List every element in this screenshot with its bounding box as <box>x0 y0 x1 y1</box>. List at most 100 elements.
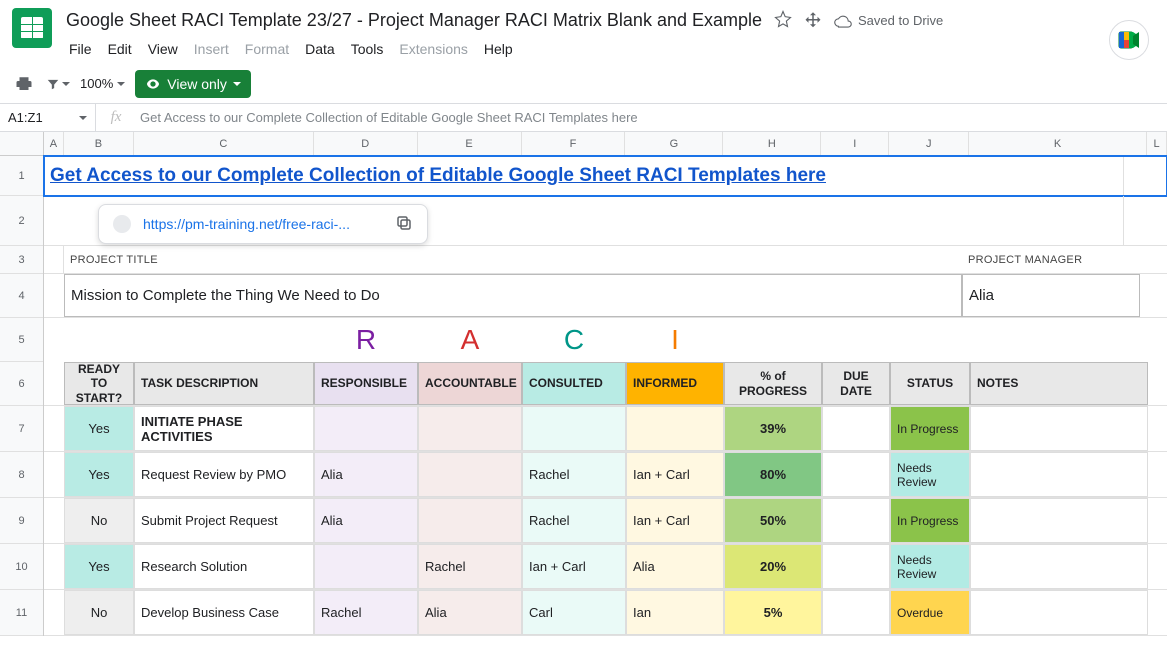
due-cell[interactable] <box>822 590 890 635</box>
ready-cell[interactable]: No <box>64 590 134 635</box>
ready-cell[interactable]: Yes <box>64 406 134 451</box>
name-box[interactable]: A1:Z1 <box>0 104 96 131</box>
col-header[interactable]: C <box>134 132 314 155</box>
informed-cell[interactable]: Alia <box>626 544 724 589</box>
status-cell[interactable]: In Progress <box>890 498 970 543</box>
responsible-cell[interactable]: Rachel <box>314 590 418 635</box>
row-header[interactable]: 10 <box>0 544 43 590</box>
view-only-button[interactable]: View only <box>135 70 251 98</box>
project-title-value[interactable]: Mission to Complete the Thing We Need to… <box>64 274 962 317</box>
row-header[interactable]: 8 <box>0 452 43 498</box>
col-header[interactable]: A <box>44 132 64 155</box>
status-cell[interactable]: Needs Review <box>890 544 970 589</box>
menu-file[interactable]: File <box>62 37 99 61</box>
saved-status[interactable]: Saved to Drive <box>834 12 943 30</box>
zoom-select[interactable]: 100% <box>80 76 125 91</box>
copy-link-icon[interactable] <box>395 214 413 235</box>
row-header[interactable]: 2 <box>0 196 43 246</box>
row-1[interactable]: Get Access to our Complete Collection of… <box>44 156 1167 196</box>
due-cell[interactable] <box>822 498 890 543</box>
accountable-cell[interactable] <box>418 498 522 543</box>
informed-cell[interactable] <box>626 406 724 451</box>
ready-cell[interactable]: Yes <box>64 544 134 589</box>
col-header[interactable]: B <box>64 132 134 155</box>
row-header[interactable]: 9 <box>0 498 43 544</box>
col-header[interactable]: J <box>889 132 969 155</box>
due-cell[interactable] <box>822 406 890 451</box>
chip-url[interactable]: https://pm-training.net/free-raci-... <box>143 216 383 232</box>
accountable-cell[interactable]: Alia <box>418 590 522 635</box>
menu-tools[interactable]: Tools <box>344 37 391 61</box>
progress-cell[interactable]: 20% <box>724 544 822 589</box>
project-manager-value[interactable]: Alia <box>962 274 1140 317</box>
formula-input[interactable]: Get Access to our Complete Collection of… <box>136 110 1167 125</box>
row-5[interactable]: R A C I <box>44 318 1167 362</box>
col-header[interactable]: E <box>418 132 522 155</box>
consulted-cell[interactable] <box>522 406 626 451</box>
col-header[interactable]: F <box>522 132 626 155</box>
progress-cell[interactable]: 50% <box>724 498 822 543</box>
responsible-cell[interactable]: Alia <box>314 452 418 497</box>
progress-cell[interactable]: 5% <box>724 590 822 635</box>
col-header[interactable]: L <box>1147 132 1167 155</box>
notes-cell[interactable] <box>970 406 1148 451</box>
row-header[interactable]: 4 <box>0 274 43 318</box>
row-header[interactable]: 7 <box>0 406 43 452</box>
meet-button[interactable] <box>1109 20 1149 60</box>
sheets-logo-icon[interactable] <box>12 8 52 48</box>
row-header[interactable]: 6 <box>0 362 43 406</box>
star-icon[interactable] <box>774 10 792 31</box>
task-cell[interactable]: Research Solution <box>134 544 314 589</box>
menu-view[interactable]: View <box>141 37 185 61</box>
consulted-cell[interactable]: Rachel <box>522 452 626 497</box>
table-row[interactable]: YesResearch Solution RachelIan + CarlAlia… <box>44 544 1167 590</box>
row-header[interactable]: 3 <box>0 246 43 274</box>
row-4[interactable]: Mission to Complete the Thing We Need to… <box>44 274 1167 318</box>
task-cell[interactable]: Request Review by PMO <box>134 452 314 497</box>
col-header[interactable]: D <box>314 132 418 155</box>
informed-cell[interactable]: Ian + Carl <box>626 452 724 497</box>
document-title[interactable]: Google Sheet RACI Template 23/27 - Proje… <box>62 8 766 33</box>
status-cell[interactable]: Needs Review <box>890 452 970 497</box>
accountable-cell[interactable] <box>418 406 522 451</box>
filter-icon[interactable] <box>46 72 70 96</box>
table-row[interactable]: NoDevelop Business CaseRachelAliaCarlIan… <box>44 590 1167 636</box>
col-header[interactable]: I <box>821 132 889 155</box>
notes-cell[interactable] <box>970 498 1148 543</box>
move-icon[interactable] <box>804 10 822 31</box>
status-cell[interactable]: Overdue <box>890 590 970 635</box>
table-row[interactable]: YesINITIATE PHASE ACTIVITIES39%In Progre… <box>44 406 1167 452</box>
print-icon[interactable] <box>12 72 36 96</box>
menu-help[interactable]: Help <box>477 37 520 61</box>
link-preview-chip[interactable]: https://pm-training.net/free-raci-... <box>98 204 428 244</box>
template-link[interactable]: Get Access to our Complete Collection of… <box>44 156 1124 195</box>
row-header[interactable]: 5 <box>0 318 43 362</box>
row-header[interactable]: 11 <box>0 590 43 636</box>
responsible-cell[interactable] <box>314 544 418 589</box>
consulted-cell[interactable]: Carl <box>522 590 626 635</box>
ready-cell[interactable]: Yes <box>64 452 134 497</box>
progress-cell[interactable]: 80% <box>724 452 822 497</box>
row-3[interactable]: PROJECT TITLE PROJECT MANAGER <box>44 246 1167 274</box>
row-header[interactable]: 1 <box>0 156 43 196</box>
responsible-cell[interactable] <box>314 406 418 451</box>
task-cell[interactable]: Develop Business Case <box>134 590 314 635</box>
table-row[interactable]: NoSubmit Project RequestAliaRachelIan + … <box>44 498 1167 544</box>
notes-cell[interactable] <box>970 590 1148 635</box>
menu-data[interactable]: Data <box>298 37 342 61</box>
consulted-cell[interactable]: Ian + Carl <box>522 544 626 589</box>
col-header[interactable]: H <box>723 132 821 155</box>
spreadsheet-grid[interactable]: A B C D E F G H I J K L 1 2 3 4 5 6 7 8 … <box>0 132 1167 646</box>
table-row[interactable]: YesRequest Review by PMOAlia RachelIan + … <box>44 452 1167 498</box>
due-cell[interactable] <box>822 544 890 589</box>
task-cell[interactable]: INITIATE PHASE ACTIVITIES <box>134 406 314 451</box>
accountable-cell[interactable]: Rachel <box>418 544 522 589</box>
ready-cell[interactable]: No <box>64 498 134 543</box>
col-header[interactable]: G <box>625 132 723 155</box>
notes-cell[interactable] <box>970 452 1148 497</box>
due-cell[interactable] <box>822 452 890 497</box>
col-header[interactable]: K <box>969 132 1147 155</box>
notes-cell[interactable] <box>970 544 1148 589</box>
informed-cell[interactable]: Ian <box>626 590 724 635</box>
select-all-corner[interactable] <box>0 132 44 155</box>
